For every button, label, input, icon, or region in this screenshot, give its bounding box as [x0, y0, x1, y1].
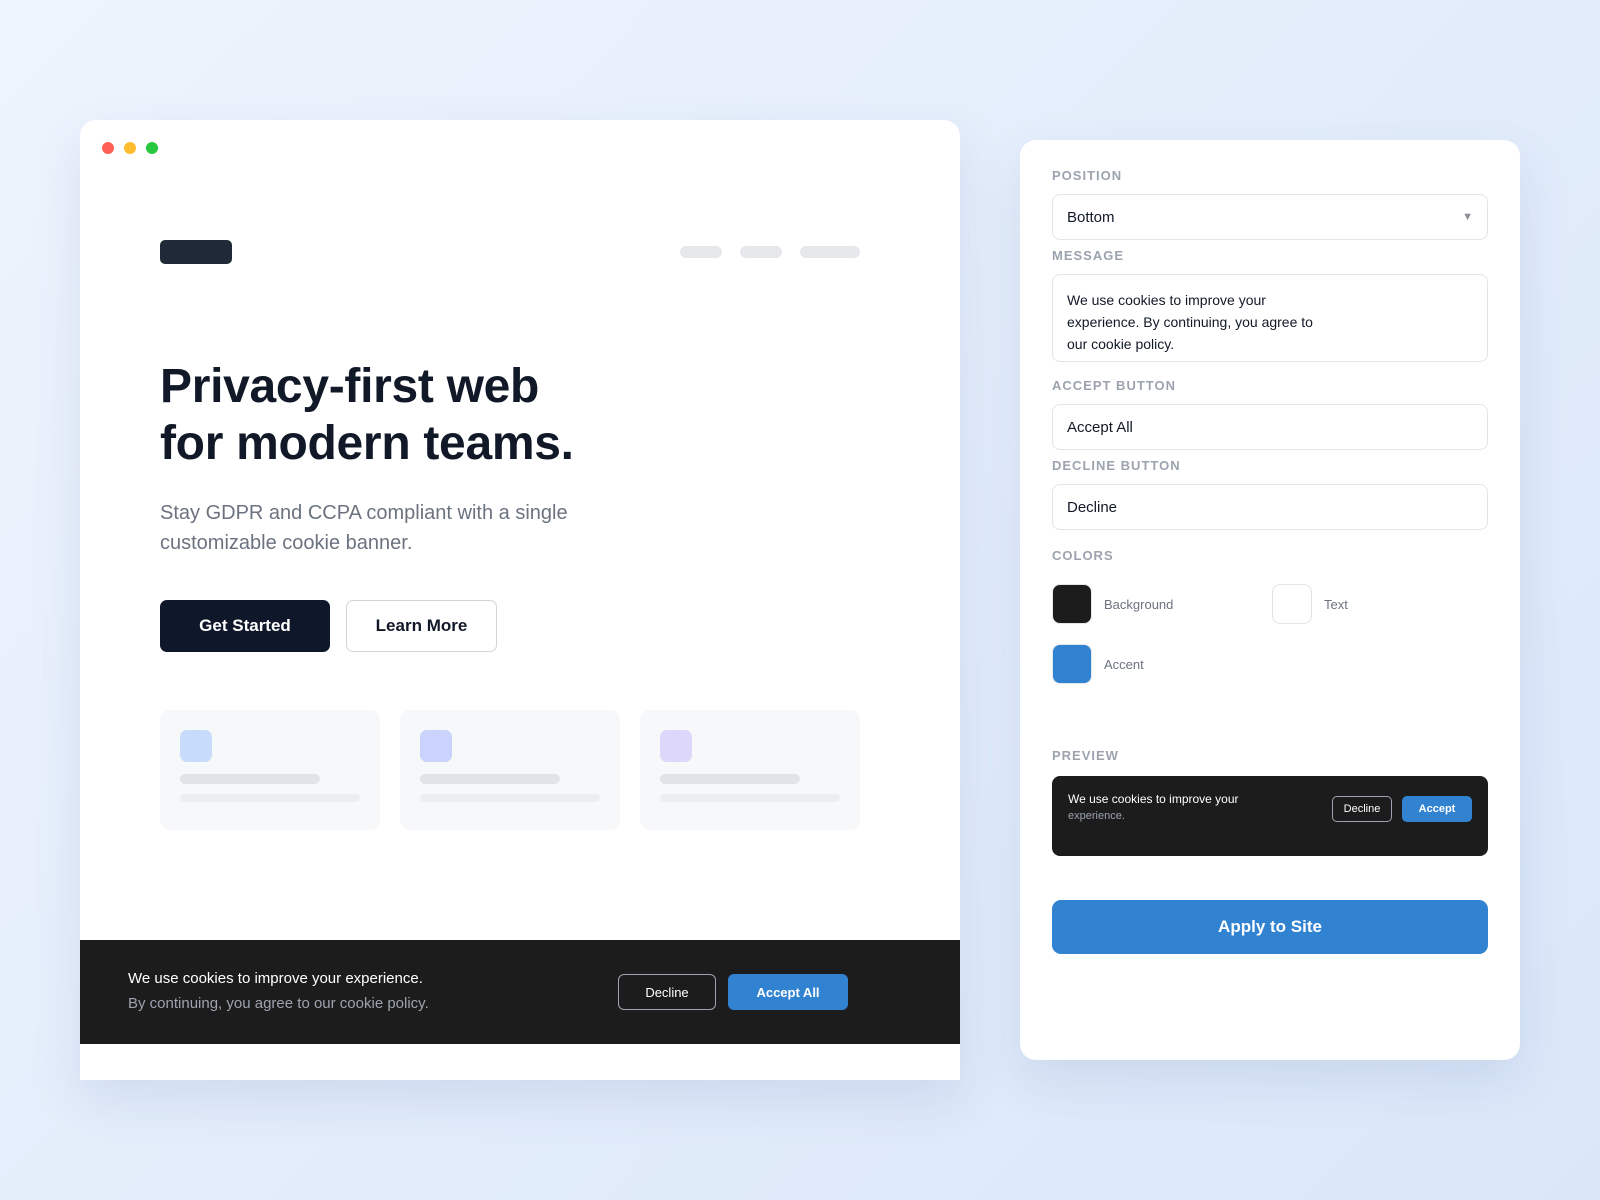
accent-color-label: Accent [1104, 656, 1144, 672]
hero-title: Privacy-first web for modern teams. [160, 358, 760, 472]
accept-button-label: ACCEPT BUTTON [1052, 378, 1176, 393]
feature-card-text-placeholder [180, 794, 360, 802]
text-color-row: Text [1272, 584, 1348, 624]
hero-subtitle: Stay GDPR and CCPA compliant with a sing… [160, 498, 600, 558]
cookie-banner: We use cookies to improve your experienc… [80, 940, 960, 1044]
decline-button-text-input[interactable]: Decline [1052, 484, 1488, 530]
nav-item-placeholder[interactable] [800, 246, 860, 258]
close-window-dot[interactable] [102, 142, 114, 154]
feature-card [160, 710, 380, 830]
preview-label: PREVIEW [1052, 748, 1119, 763]
feature-card-title-placeholder [180, 774, 320, 784]
preview-accept-button[interactable]: Accept [1402, 796, 1472, 822]
apply-to-site-button[interactable]: Apply to Site [1052, 900, 1488, 954]
accept-button-text-value: Accept All [1067, 418, 1133, 436]
position-label: POSITION [1052, 168, 1123, 183]
banner-preview: We use cookies to improve your experienc… [1052, 776, 1488, 856]
position-select[interactable]: Bottom ▼ [1052, 194, 1488, 240]
feature-card-text-placeholder [660, 794, 840, 802]
learn-more-button[interactable]: Learn More [346, 600, 497, 652]
hero-subtitle-line1: Stay GDPR and CCPA compliant with a sing… [160, 502, 568, 524]
site-logo-placeholder [160, 240, 232, 264]
position-select-value: Bottom [1067, 208, 1115, 226]
decline-button-text-value: Decline [1067, 498, 1118, 516]
decline-button-label: DECLINE BUTTON [1052, 458, 1181, 473]
preview-decline-button[interactable]: Decline [1332, 796, 1392, 822]
colors-label: COLORS [1052, 548, 1114, 563]
preview-submessage: experience. [1068, 810, 1125, 822]
maximize-window-dot[interactable] [146, 142, 158, 154]
get-started-button[interactable]: Get Started [160, 600, 330, 652]
feature-card [400, 710, 620, 830]
feature-card-title-placeholder [420, 774, 560, 784]
message-textarea[interactable]: We use cookies to improve your experienc… [1052, 274, 1488, 362]
message-textarea-value: We use cookies to improve your experienc… [1067, 292, 1313, 352]
feature-card-icon [420, 730, 452, 762]
feature-card-title-placeholder [660, 774, 800, 784]
accent-color-row: Accent [1052, 644, 1144, 684]
feature-cards [160, 710, 860, 830]
feature-card-icon [660, 730, 692, 762]
cookie-decline-button[interactable]: Decline [618, 974, 716, 1010]
site-nav [680, 246, 860, 258]
nav-item-placeholder[interactable] [680, 246, 722, 258]
accent-color-swatch[interactable] [1052, 644, 1092, 684]
background-color-swatch[interactable] [1052, 584, 1092, 624]
cookie-banner-submessage: By continuing, you agree to our cookie p… [128, 995, 429, 1012]
cookie-accept-button[interactable]: Accept All [728, 974, 848, 1010]
hero-subtitle-line2: customizable cookie banner. [160, 532, 413, 554]
preview-message: We use cookies to improve your [1068, 792, 1239, 806]
feature-card [640, 710, 860, 830]
feature-card-icon [180, 730, 212, 762]
text-color-label: Text [1324, 596, 1348, 612]
hero-title-line2: for modern teams. [160, 417, 574, 470]
message-label: MESSAGE [1052, 248, 1125, 263]
text-color-swatch[interactable] [1272, 584, 1312, 624]
minimize-window-dot[interactable] [124, 142, 136, 154]
accept-button-text-input[interactable]: Accept All [1052, 404, 1488, 450]
feature-card-text-placeholder [420, 794, 600, 802]
background-color-row: Background [1052, 584, 1173, 624]
website-preview-window: Privacy-first web for modern teams. Stay… [80, 120, 960, 1080]
background-color-label: Background [1104, 596, 1174, 612]
banner-settings-panel: POSITION Bottom ▼ MESSAGE We use cookies… [1020, 140, 1520, 1060]
cookie-banner-message: We use cookies to improve your experienc… [128, 970, 423, 987]
nav-item-placeholder[interactable] [740, 246, 782, 258]
hero-title-line1: Privacy-first web [160, 360, 540, 413]
window-controls [102, 142, 158, 154]
chevron-down-icon: ▼ [1462, 211, 1473, 223]
